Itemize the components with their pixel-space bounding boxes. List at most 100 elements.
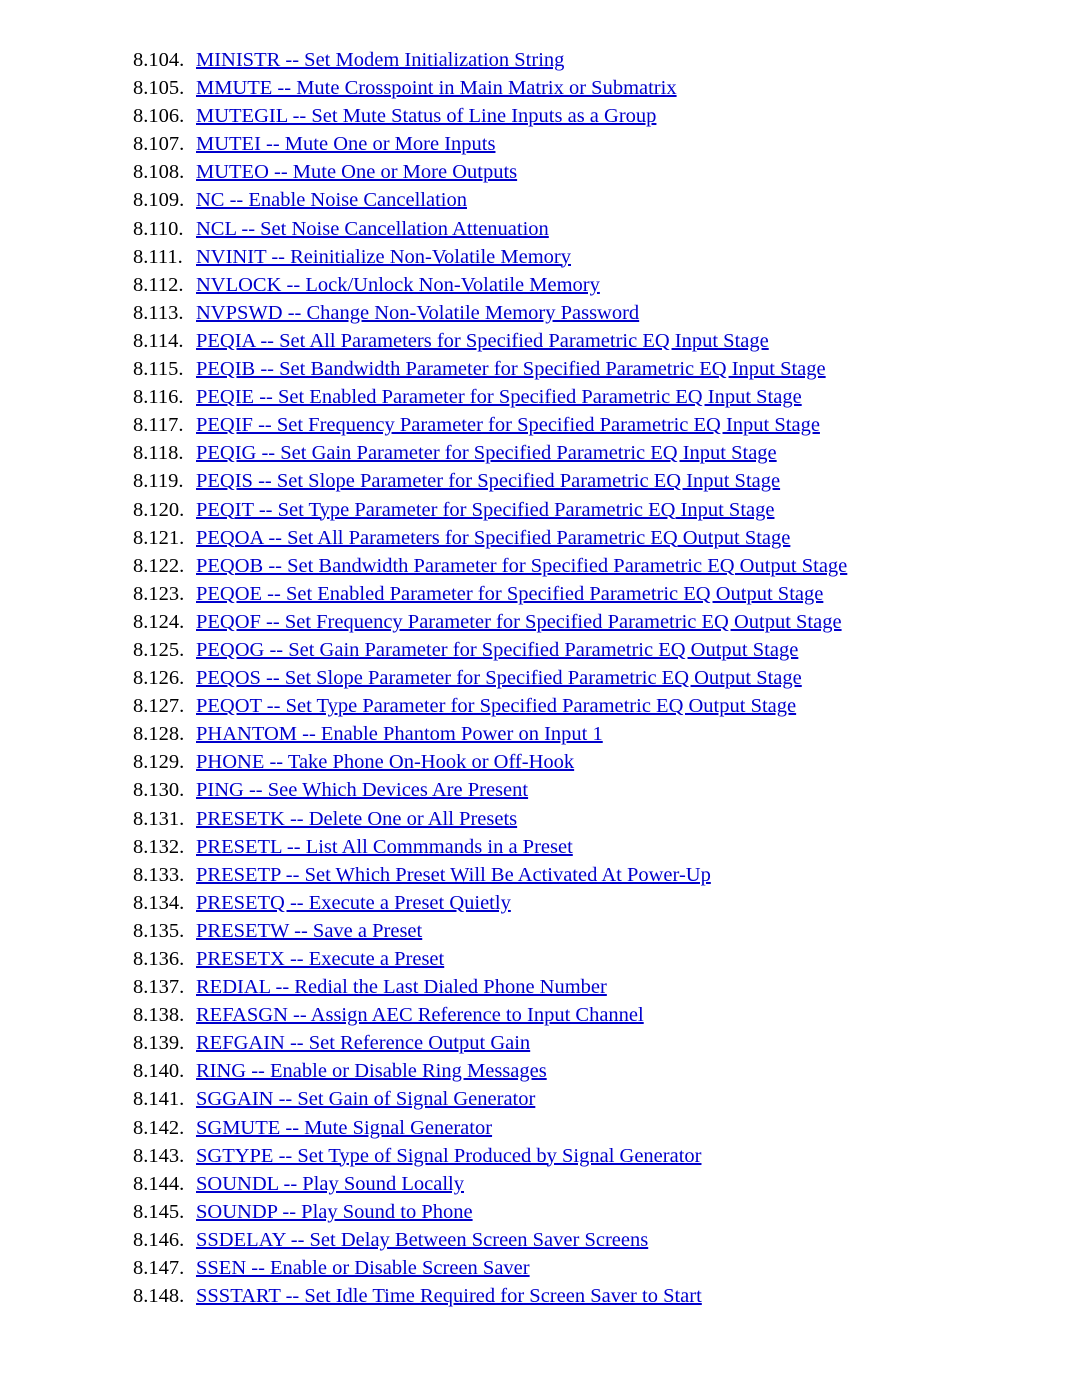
toc-entry-number: 8.115. [133,358,184,381]
toc-entry-link[interactable]: PHANTOM -- Enable Phantom Power on Input… [196,723,603,745]
toc-entry-link[interactable]: PEQOT -- Set Type Parameter for Specifie… [196,695,796,717]
toc-entry: 8.146. SSDELAY -- Set Delay Between Scree… [0,1226,1080,1254]
toc-entry-number: 8.137. [133,976,185,999]
toc-entry: 8.128. PHANTOM -- Enable Phantom Power on… [0,720,1080,748]
toc-entry-number: 8.139. [133,1032,185,1055]
toc-entry-link[interactable]: PEQOS -- Set Slope Parameter for Specifi… [196,667,802,689]
toc-entry-number: 8.136. [133,948,185,970]
toc-entry-number: 8.108. [133,161,185,184]
toc-entry-link[interactable]: MINISTR -- Set Modem Initialization Stri… [196,49,564,71]
toc-entry-link[interactable]: SSEN -- Enable or Disable Screen Saver [196,1257,530,1279]
toc-entry-number: 8.118. [133,442,184,465]
toc-entry-link[interactable]: SOUNDL -- Play Sound Locally [196,1173,464,1195]
toc-entry-number: 8.125. [133,638,185,661]
toc-entry-link[interactable]: PEQOB -- Set Bandwidth Parameter for Spe… [196,555,847,577]
toc-entry: 8.104. MINISTR -- Set Modem Initializatio… [0,46,1080,74]
toc-entry-number: 8.122. [133,554,185,577]
toc-entry-number: 8.143. [133,1144,185,1167]
toc-entry: 8.147. SSEN -- Enable or Disable Screen S… [0,1254,1080,1282]
toc-entry-number: 8.120. [133,498,185,521]
toc-entry-link[interactable]: PEQOE -- Set Enabled Parameter for Speci… [196,583,823,605]
toc-entry-number: 8.107. [133,133,185,156]
toc-entry: 8.118. PEQIG -- Set Gain Parameter for Sp… [0,439,1080,467]
toc-entry-number: 8.146. [133,1228,185,1251]
toc-entry-link[interactable]: NC -- Enable Noise Cancellation [196,189,467,211]
toc-entry-link[interactable]: PRESETX -- Execute a Preset [196,948,444,970]
toc-entry-link[interactable]: PRESETL -- List All Commmands in a Prese… [196,836,573,858]
toc-entry-link[interactable]: NVLOCK -- Lock/Unlock Non-Volatile Memor… [196,274,600,296]
toc-entry-link[interactable]: PEQIB -- Set Bandwidth Parameter for Spe… [196,358,826,380]
toc-entry-number: 8.111. [133,245,183,268]
toc-entry-link[interactable]: PRESETQ -- Execute a Preset Quietly [196,892,511,914]
toc-entry: 8.129. PHONE -- Take Phone On-Hook or Off… [0,748,1080,776]
toc-entry-link[interactable]: PRESETP -- Set Which Preset Will Be Acti… [196,864,711,886]
toc-entry-link[interactable]: SOUNDP -- Play Sound to Phone [196,1201,473,1223]
toc-entry: 8.145. SOUNDP -- Play Sound to Phone [0,1198,1080,1226]
toc-entry-number: 8.124. [133,610,185,633]
toc-entry-link[interactable]: REFGAIN -- Set Reference Output Gain [196,1032,530,1054]
toc-entry-number: 8.114. [133,329,184,352]
toc-entry-number: 8.119. [133,470,184,493]
toc-entry-number: 8.105. [133,77,185,100]
toc-entry: 8.136. PRESETX -- Execute a Preset [0,945,1080,973]
toc-entry-number: 8.147. [133,1257,185,1280]
toc-entry-link[interactable]: MUTEO -- Mute One or More Outputs [196,161,517,183]
toc-entry-link[interactable]: RING -- Enable or Disable Ring Messages [196,1060,547,1082]
toc-entry-number: 8.117. [133,414,184,437]
toc-entry-link[interactable]: SGGAIN -- Set Gain of Signal Generator [196,1088,535,1110]
toc-entry-link[interactable]: NVINIT -- Reinitialize Non-Volatile Memo… [196,246,571,268]
toc-entry: 8.114. PEQIA -- Set All Parameters for Sp… [0,327,1080,355]
toc-entry: 8.110. NCL -- Set Noise Cancellation Atte… [0,215,1080,243]
toc-entry: 8.123. PEQOE -- Set Enabled Parameter for… [0,580,1080,608]
toc-entry: 8.122. PEQOB -- Set Bandwidth Parameter f… [0,552,1080,580]
toc-entry-number: 8.131. [133,807,185,830]
toc-entry: 8.113. NVPSWD -- Change Non-Volatile Memo… [0,299,1080,327]
toc-entry-number: 8.148. [133,1285,185,1308]
toc-entry-link[interactable]: PRESETW -- Save a Preset [196,920,422,942]
toc-entry-link[interactable]: PEQIA -- Set All Parameters for Specifie… [196,330,769,352]
toc-entry-number: 8.145. [133,1200,185,1223]
toc-entry-link[interactable]: MUTEGIL -- Set Mute Status of Line Input… [196,105,656,127]
toc-entry-number: 8.138. [133,1004,185,1027]
toc-entry: 8.134. PRESETQ -- Execute a Preset Quietl… [0,889,1080,917]
toc-entry-link[interactable]: PEQIE -- Set Enabled Parameter for Speci… [196,386,802,408]
toc-entry-link[interactable]: MMUTE -- Mute Crosspoint in Main Matrix … [196,77,677,99]
toc-entry: 8.144. SOUNDL -- Play Sound Locally [0,1170,1080,1198]
toc-entry-link[interactable]: PEQIG -- Set Gain Parameter for Specifie… [196,442,777,464]
toc-entry-link[interactable]: MUTEI -- Mute One or More Inputs [196,133,495,155]
toc-entry: 8.111. NVINIT -- Reinitialize Non-Volatil… [0,243,1080,271]
toc-entry-number: 8.113. [133,301,184,324]
toc-entry-link[interactable]: SGMUTE -- Mute Signal Generator [196,1117,492,1139]
toc-entry-number: 8.133. [133,863,185,886]
toc-entry-link[interactable]: SSDELAY -- Set Delay Between Screen Save… [196,1229,648,1251]
toc-entry-link[interactable]: PEQIF -- Set Frequency Parameter for Spe… [196,414,820,436]
toc-entry-link[interactable]: PING -- See Which Devices Are Present [196,779,528,801]
toc-entry-link[interactable]: PHONE -- Take Phone On-Hook or Off-Hook [196,751,574,773]
toc-entry-link[interactable]: NVPSWD -- Change Non-Volatile Memory Pas… [196,302,639,324]
toc-entry-link[interactable]: PEQIT -- Set Type Parameter for Specifie… [196,499,774,521]
toc-entry-link[interactable]: REDIAL -- Redial the Last Dialed Phone N… [196,976,607,998]
toc-entry-link[interactable]: PRESETK -- Delete One or All Presets [196,808,517,830]
toc-entry-number: 8.140. [133,1060,185,1083]
toc-entry-link[interactable]: SSSTART -- Set Idle Time Required for Sc… [196,1285,702,1307]
toc-entry-link[interactable]: REFASGN -- Assign AEC Reference to Input… [196,1004,644,1026]
toc-entry: 8.125. PEQOG -- Set Gain Parameter for Sp… [0,636,1080,664]
toc-entry: 8.120. PEQIT -- Set Type Parameter for Sp… [0,496,1080,524]
toc-entry-link[interactable]: SGTYPE -- Set Type of Signal Produced by… [196,1145,701,1167]
toc-entry-number: 8.106. [133,105,185,128]
document-page: 8.104. MINISTR -- Set Modem Initializatio… [0,0,1080,1397]
toc-entry-link[interactable]: PEQOA -- Set All Parameters for Specifie… [196,527,790,549]
toc-entry-link[interactable]: NCL -- Set Noise Cancellation Attenuatio… [196,218,549,240]
toc-entry: 8.132. PRESETL -- List All Commmands in a… [0,833,1080,861]
toc-entry-link[interactable]: PEQOF -- Set Frequency Parameter for Spe… [196,611,842,633]
toc-entry: 8.141. SGGAIN -- Set Gain of Signal Gener… [0,1085,1080,1113]
toc-entry-number: 8.132. [133,835,185,858]
toc-entry: 8.133. PRESETP -- Set Which Preset Will B… [0,861,1080,889]
toc-entry-link[interactable]: PEQOG -- Set Gain Parameter for Specifie… [196,639,798,661]
toc-entry: 8.107. MUTEI -- Mute One or More Inputs [0,130,1080,158]
toc-entry: 8.148. SSSTART -- Set Idle Time Required … [0,1282,1080,1310]
toc-entry-link[interactable]: PEQIS -- Set Slope Parameter for Specifi… [196,470,780,492]
toc-entry: 8.109. NC -- Enable Noise Cancellation [0,186,1080,214]
toc-entry: 8.126. PEQOS -- Set Slope Parameter for S… [0,664,1080,692]
table-of-contents: 8.104. MINISTR -- Set Modem Initializatio… [0,46,1080,1310]
